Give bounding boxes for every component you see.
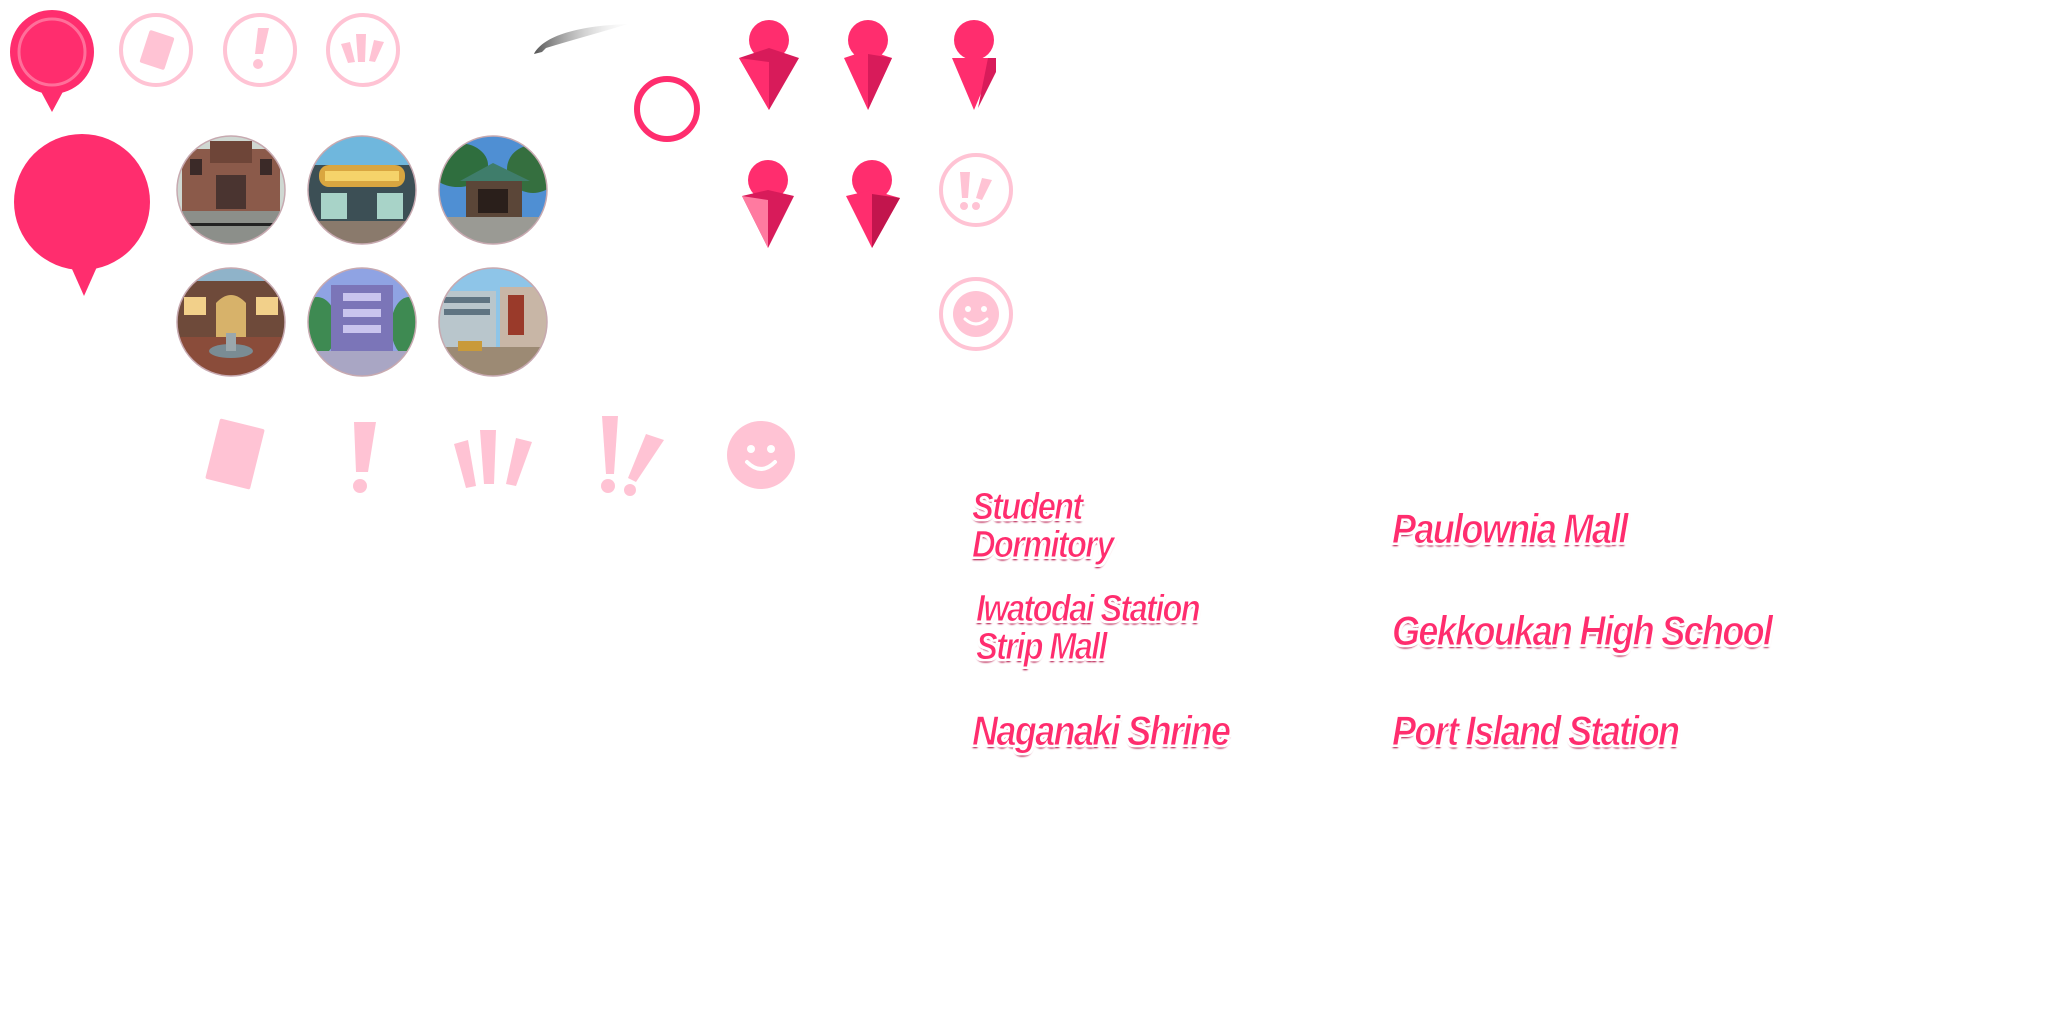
card-ring-icon — [118, 12, 194, 88]
triple-exclaim-icon — [452, 424, 536, 494]
double-exclaim-ring-icon — [938, 152, 1014, 228]
exclaim-icon — [340, 418, 390, 498]
port-island-station-thumb — [438, 267, 548, 377]
label-port-island-station: Port Island Station — [1392, 707, 1681, 754]
map-pin-large-icon — [12, 134, 154, 298]
label-line-2: Dormitory — [972, 524, 1115, 566]
brush-streak-icon — [532, 18, 632, 58]
person-marker-icon — [840, 18, 896, 114]
gekkoukan-high-thumb — [307, 267, 417, 377]
naganaki-shrine-thumb — [438, 135, 548, 245]
label-student-dormitory: Student Dormitory — [972, 486, 1115, 566]
person-marker-icon — [844, 160, 904, 252]
person-marker-icon — [735, 18, 803, 114]
student-dormitory-thumb — [176, 135, 286, 245]
person-marker-icon — [948, 18, 1000, 114]
card-icon — [200, 415, 270, 497]
exclaim-ring-icon — [222, 12, 298, 88]
triple-exclaim-ring-icon — [325, 12, 401, 88]
ring-marker-icon — [632, 74, 702, 144]
label-line-1: Iwatodai Station — [976, 588, 1202, 630]
label-gekkoukan-high: Gekkoukan High School — [1392, 607, 1774, 654]
label-line-1: Student — [972, 486, 1084, 528]
label-line-2: Strip Mall — [976, 626, 1108, 668]
smiley-ring-icon — [938, 276, 1014, 352]
smiley-icon — [726, 420, 796, 490]
person-marker-icon — [740, 160, 796, 252]
double-exclaim-icon — [594, 412, 674, 498]
iwatodai-strip-mall-thumb — [307, 135, 417, 245]
label-paulownia-mall: Paulownia Mall — [1392, 505, 1629, 552]
label-iwatodai-strip-mall: Iwatodai Station Strip Mall — [976, 588, 1202, 668]
map-pin-small-icon — [8, 8, 96, 116]
paulownia-mall-thumb — [176, 267, 286, 377]
label-naganaki-shrine: Naganaki Shrine — [972, 707, 1232, 754]
